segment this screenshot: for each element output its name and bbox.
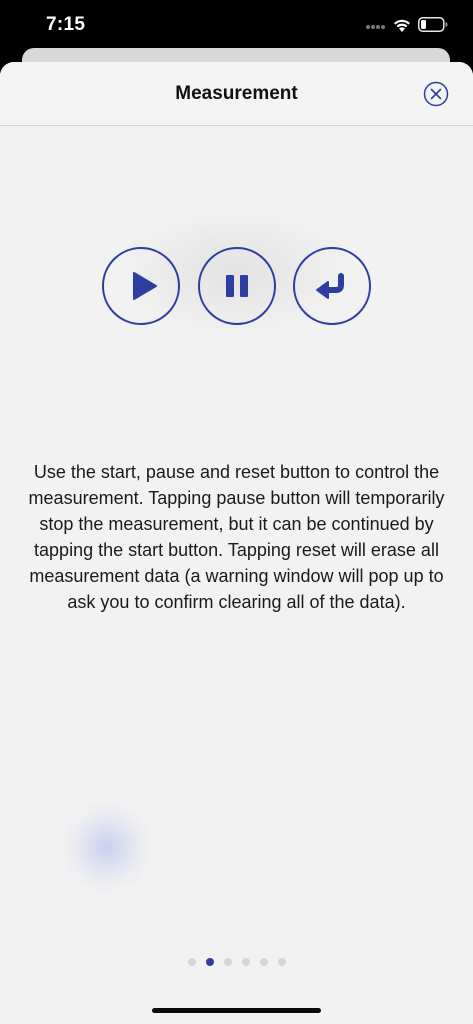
start-button[interactable] <box>102 247 180 325</box>
blurred-background-blob <box>62 802 152 892</box>
reset-button[interactable] <box>293 247 371 325</box>
play-icon <box>133 272 157 300</box>
pause-button[interactable] <box>198 247 276 325</box>
wifi-icon <box>394 19 410 32</box>
close-button[interactable] <box>423 81 449 107</box>
page-dot[interactable] <box>277 958 286 966</box>
pause-icon <box>226 275 248 297</box>
page-dot[interactable] <box>187 958 196 966</box>
screen: 7:15 Measurement Use the start, pause an… <box>0 0 473 1024</box>
page-dot[interactable] <box>259 958 268 966</box>
page-dot[interactable] <box>205 958 214 966</box>
status-time: 7:15 <box>46 14 86 35</box>
measurement-sheet: Measurement Use the start, pause and res… <box>0 62 473 1024</box>
cellular-icon <box>366 25 388 31</box>
page-title: Measurement <box>175 83 298 104</box>
page-indicator[interactable] <box>0 958 473 966</box>
battery-icon <box>418 17 448 32</box>
page-dot[interactable] <box>241 958 250 966</box>
instruction-text: Use the start, pause and reset button to… <box>28 462 445 612</box>
page-dot[interactable] <box>223 958 232 966</box>
status-bar: 7:15 <box>0 0 473 50</box>
reset-arrow-icon <box>316 273 344 299</box>
close-circle-icon <box>423 81 449 107</box>
home-indicator <box>152 1008 321 1013</box>
sheet-header: Measurement <box>0 62 473 126</box>
